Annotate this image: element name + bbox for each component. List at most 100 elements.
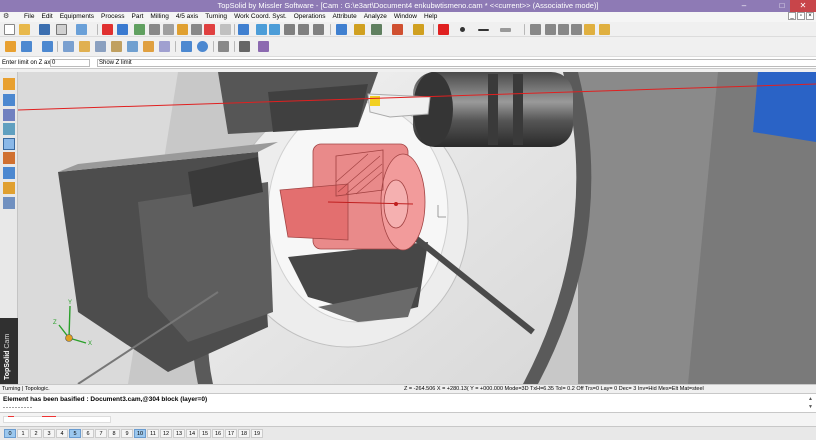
- cam-op4-icon[interactable]: [111, 41, 122, 52]
- solid-icon[interactable]: [3, 123, 15, 135]
- close-button[interactable]: ✕: [790, 0, 816, 12]
- layer-button-1[interactable]: 1: [17, 429, 29, 438]
- layer-button-17[interactable]: 17: [225, 429, 237, 438]
- milling-mode-icon[interactable]: [3, 152, 15, 164]
- menu-4-5-axis[interactable]: 4/5 axis: [176, 13, 198, 20]
- cam-target-icon[interactable]: [197, 41, 208, 52]
- show-z-limit-button[interactable]: Show Z limit: [97, 59, 816, 67]
- layer-button-2[interactable]: 2: [30, 429, 42, 438]
- translate-icon[interactable]: [238, 24, 249, 35]
- menu-equipments[interactable]: Equipments: [60, 13, 94, 20]
- layer-button-4[interactable]: 4: [56, 429, 68, 438]
- menu-help[interactable]: Help: [424, 13, 437, 20]
- menu-window[interactable]: Window: [394, 13, 417, 20]
- scroll-down-icon[interactable]: ▼: [807, 403, 814, 411]
- shape-icon[interactable]: [3, 94, 15, 106]
- grid-icon[interactable]: [545, 24, 556, 35]
- color-swatch-icon[interactable]: [438, 24, 449, 35]
- layer-button-10[interactable]: 10: [134, 429, 146, 438]
- menu-turning[interactable]: Turning: [205, 13, 227, 20]
- menu-work-coord-syst[interactable]: Work Coord. Syst.: [234, 13, 287, 20]
- app-icon[interactable]: ⚙: [3, 13, 12, 21]
- drilling-icon[interactable]: [3, 167, 15, 179]
- pan-icon[interactable]: [354, 24, 365, 35]
- layer-button-11[interactable]: 11: [147, 429, 159, 438]
- print-icon[interactable]: [56, 24, 67, 35]
- layer-button-12[interactable]: 12: [160, 429, 172, 438]
- menu-file[interactable]: File: [24, 13, 34, 20]
- menu-analyze[interactable]: Analyze: [364, 13, 387, 20]
- cam-list-icon[interactable]: [239, 41, 250, 52]
- cam-machine-icon[interactable]: [218, 41, 229, 52]
- command-field[interactable]: [3, 416, 111, 423]
- cam-op1-icon[interactable]: [63, 41, 74, 52]
- doc-restore-button[interactable]: ▫: [797, 12, 805, 20]
- line-icon[interactable]: [256, 24, 267, 35]
- layer-button-7[interactable]: 7: [95, 429, 107, 438]
- layer-button-8[interactable]: 8: [108, 429, 120, 438]
- menu-process[interactable]: Process: [101, 13, 124, 20]
- cam-path-icon[interactable]: [21, 41, 32, 52]
- print-preview-icon[interactable]: [76, 24, 87, 35]
- layer-button-9[interactable]: 9: [121, 429, 133, 438]
- 3d-viewport[interactable]: X Y Z: [18, 72, 816, 384]
- open-folder-icon[interactable]: [19, 24, 30, 35]
- measure-icon[interactable]: [220, 24, 231, 35]
- layer-button-5[interactable]: 5: [69, 429, 81, 438]
- tools-icon[interactable]: [163, 24, 174, 35]
- light-icon[interactable]: [413, 24, 424, 35]
- turning-mode-icon[interactable]: [3, 138, 15, 150]
- search-icon[interactable]: [191, 24, 202, 35]
- new-file-icon[interactable]: [4, 24, 15, 35]
- properties-icon[interactable]: [599, 24, 610, 35]
- layer-button-0[interactable]: 0: [4, 429, 16, 438]
- ring-icon[interactable]: [204, 24, 215, 35]
- render-icon[interactable]: [392, 24, 403, 35]
- setup-icon[interactable]: [3, 182, 15, 194]
- layer-button-3[interactable]: 3: [43, 429, 55, 438]
- cam-tool-icon[interactable]: [5, 41, 16, 52]
- wrench-icon[interactable]: [177, 24, 188, 35]
- message-scrollbar[interactable]: ▲ ▼: [807, 395, 814, 412]
- save-icon[interactable]: [39, 24, 50, 35]
- menu-milling[interactable]: Milling: [150, 13, 168, 20]
- menu-part[interactable]: Part: [132, 13, 144, 20]
- sketch-icon[interactable]: [3, 78, 15, 90]
- pattern-icon[interactable]: [284, 24, 295, 35]
- copy-icon[interactable]: [134, 24, 145, 35]
- maximize-button[interactable]: □: [776, 0, 788, 12]
- filter-icon[interactable]: [571, 24, 582, 35]
- hook-icon[interactable]: [298, 24, 309, 35]
- menu-attribute[interactable]: Attribute: [332, 13, 356, 20]
- doc-minimize-button[interactable]: _: [788, 12, 796, 20]
- menu-edit[interactable]: Edit: [41, 13, 52, 20]
- line-width-icon[interactable]: [500, 28, 511, 32]
- layer-button-6[interactable]: 6: [82, 429, 94, 438]
- cam-report-icon[interactable]: [258, 41, 269, 52]
- cam-op6-icon[interactable]: [143, 41, 154, 52]
- cam-stock-icon[interactable]: [42, 41, 53, 52]
- view-icon[interactable]: [371, 24, 382, 35]
- surface-icon[interactable]: [3, 109, 15, 121]
- layer-button-14[interactable]: 14: [186, 429, 198, 438]
- layer-icon[interactable]: [530, 24, 541, 35]
- layer-button-18[interactable]: 18: [238, 429, 250, 438]
- layer-button-19[interactable]: 19: [251, 429, 263, 438]
- layer-button-13[interactable]: 13: [173, 429, 185, 438]
- snap-icon[interactable]: [558, 24, 569, 35]
- cam-op3-icon[interactable]: [95, 41, 106, 52]
- cam-op5-icon[interactable]: [127, 41, 138, 52]
- z-limit-input[interactable]: 0: [50, 59, 90, 67]
- doc-close-button[interactable]: ×: [806, 12, 814, 20]
- point-style-icon[interactable]: [460, 27, 465, 32]
- layer-button-16[interactable]: 16: [212, 429, 224, 438]
- cam-op7-icon[interactable]: [159, 41, 170, 52]
- undo-icon[interactable]: [117, 24, 128, 35]
- zoom-icon[interactable]: [336, 24, 347, 35]
- dimension-icon[interactable]: [3, 197, 15, 209]
- scroll-up-icon[interactable]: ▲: [807, 395, 814, 403]
- chart-icon[interactable]: [149, 24, 160, 35]
- document-icon[interactable]: [584, 24, 595, 35]
- bend-icon[interactable]: [313, 24, 324, 35]
- layer-button-15[interactable]: 15: [199, 429, 211, 438]
